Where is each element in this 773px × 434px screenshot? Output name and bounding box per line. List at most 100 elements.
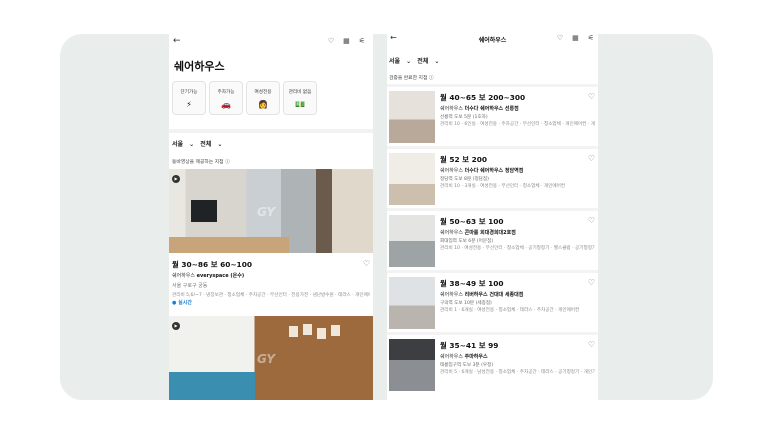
listing-options: 관리비 10 · 6인실 · 여성전용 · 주차공간 · 무선인터 · 청소업체… bbox=[440, 122, 595, 127]
district-dropdown[interactable]: 전체 ⌄ bbox=[417, 58, 439, 65]
list-item[interactable]: 월 50~63 보 100 쉐어하우스 콘마를 회대경희대2호점 회대입역 도보… bbox=[387, 208, 598, 270]
play-icon[interactable]: ▶ bbox=[172, 175, 180, 183]
left-phone-screen: ← ♡ ▦ ⚟ 쉐어하우스 단기가능 ⚡ 주차가능 🚗 여성전용 👩 관리비 없 bbox=[169, 34, 373, 400]
top-actions: ♡ ▦ ⚟ bbox=[328, 37, 365, 45]
section-notice: 검증을 완료한 지점 ⓘ bbox=[389, 74, 434, 81]
listing-type: 쉐어하우스 bbox=[440, 292, 464, 298]
listing-type: 쉐어하우스 bbox=[172, 273, 196, 279]
listing-options: 관리비 10 · 여성전용 · 무선인터 · 청소업체 · 공기청정기 · 헬스… bbox=[440, 246, 595, 251]
filter-icon[interactable]: ⚟ bbox=[359, 37, 365, 45]
watermark: GY bbox=[257, 352, 276, 366]
notice-text: 동바영상을 제공하는 지점 bbox=[172, 160, 224, 165]
poster-shape bbox=[317, 328, 326, 339]
listing-name-line: 쉐어하우스 콘마를 회대경희대2호점 bbox=[440, 229, 516, 236]
info-icon[interactable]: ⓘ bbox=[429, 76, 434, 81]
listing-name: everyspace (은수) bbox=[196, 273, 245, 279]
heart-icon[interactable]: ♡ bbox=[588, 92, 595, 101]
listing-photo[interactable]: ▶ GY bbox=[169, 169, 373, 253]
money-icon: 💵 bbox=[295, 100, 305, 109]
heart-icon[interactable]: ♡ bbox=[363, 259, 370, 268]
listing-name: 더수다 쉐어하우스 선릉점 bbox=[464, 106, 519, 112]
top-bar: ← 쉐어하우스 ♡ ▦ ⚟ bbox=[387, 34, 598, 48]
heart-icon[interactable]: ♡ bbox=[588, 340, 595, 349]
listing-name-line: 쉐어하우스 더수다 쉐어하우스 선릉점 bbox=[440, 105, 519, 112]
back-arrow-icon[interactable]: ← bbox=[173, 37, 181, 46]
region-label: 서울 bbox=[389, 58, 401, 65]
heart-icon[interactable]: ♡ bbox=[328, 37, 334, 45]
listing-thumbnail bbox=[389, 91, 435, 143]
section-divider bbox=[169, 129, 373, 133]
heart-icon[interactable]: ♡ bbox=[588, 278, 595, 287]
shelf-shape bbox=[169, 372, 255, 400]
region-dropdown[interactable]: 서울 ⌄ bbox=[172, 141, 194, 148]
top-actions: ♡ ▦ ⚟ bbox=[557, 34, 594, 42]
listing-price: 월 40~65 보 200~300 bbox=[440, 93, 526, 102]
listing-price: 월 38~49 보 100 bbox=[440, 279, 504, 288]
category-women-only[interactable]: 여성전용 👩 bbox=[246, 81, 280, 115]
category-label: 여성전용 bbox=[254, 90, 272, 95]
play-icon[interactable]: ▶ bbox=[172, 322, 180, 330]
listing-options: 관리비 5,6/~7 · 냉장보관 · 청소업체 · 주차공간 · 무선인터 ·… bbox=[172, 293, 370, 298]
category-row: 단기가능 ⚡ 주차가능 🚗 여성전용 👩 관리비 없음 💵 bbox=[172, 81, 317, 115]
car-icon: 🚗 bbox=[221, 100, 231, 109]
filter-icon[interactable]: ⚟ bbox=[588, 34, 594, 42]
listing-distance: 정담역 도보 8분 (정담점) bbox=[440, 177, 489, 182]
category-no-fee[interactable]: 관리비 없음 💵 bbox=[283, 81, 317, 115]
poster-shape bbox=[289, 326, 298, 337]
info-icon[interactable]: ⓘ bbox=[225, 160, 230, 165]
listing-name: 리버하우스 건대대 세종대점 bbox=[464, 292, 524, 298]
district-label: 전체 bbox=[200, 141, 212, 148]
listing-thumbnail bbox=[389, 153, 435, 205]
listing-name-line: 쉐어하우스 더수다 쉐어하우스 정담역점 bbox=[440, 167, 523, 174]
listing-distance: 회대입역 도보 6분 (어문점) bbox=[440, 239, 494, 244]
listing-options: 관리비 5 · 6개실 · 남성전용 · 청소업체 · 주차공간 · 테라스 ·… bbox=[440, 370, 595, 375]
district-dropdown[interactable]: 전체 ⌄ bbox=[200, 141, 222, 148]
notice-text: 검증을 완료한 지점 bbox=[389, 76, 428, 81]
tv-shape bbox=[191, 200, 217, 222]
listing-price: 월 52 보 200 bbox=[440, 155, 488, 164]
list-item[interactable]: 월 40~65 보 200~300 쉐어하우스 더수다 쉐어하우스 선릉점 선릉… bbox=[387, 84, 598, 146]
category-parking[interactable]: 주차가능 🚗 bbox=[209, 81, 243, 115]
category-short-term[interactable]: 단기가능 ⚡ bbox=[172, 81, 206, 115]
region-dropdown[interactable]: 서울 ⌄ bbox=[389, 58, 411, 65]
listing-options: 관리비 10 · 3개실 · 여성전용 · 무선인터 · 청소업체 · 개인에어… bbox=[440, 184, 566, 189]
section-notice: 동바영상을 제공하는 지점 ⓘ bbox=[172, 158, 230, 165]
listing-type: 쉐어하우스 bbox=[440, 354, 464, 360]
lightning-icon: ⚡ bbox=[186, 100, 192, 109]
heart-icon[interactable]: ♡ bbox=[588, 154, 595, 163]
map-icon[interactable]: ▦ bbox=[343, 37, 350, 45]
map-icon[interactable]: ▦ bbox=[572, 34, 579, 42]
listing-price: 월 50~63 보 100 bbox=[440, 217, 504, 226]
top-bar: ← ♡ ▦ ⚟ bbox=[169, 34, 373, 50]
district-label: 전체 bbox=[417, 58, 429, 65]
listing-photo-2[interactable]: ▶ GY bbox=[169, 316, 373, 400]
region-filters: 서울 ⌄ 전체 ⌄ bbox=[172, 139, 226, 148]
listing-name: 더수다 쉐어하우스 정담역점 bbox=[464, 168, 524, 174]
listing-distance: 구의역 도보 10분 (세종점) bbox=[440, 301, 492, 306]
category-label: 관리비 없음 bbox=[288, 90, 312, 95]
listing-distance: 선릉역 도보 5분 (1호차) bbox=[440, 115, 488, 120]
list-item[interactable]: 월 52 보 200 쉐어하우스 더수다 쉐어하우스 정담역점 정담역 도보 8… bbox=[387, 146, 598, 208]
heart-icon[interactable]: ♡ bbox=[588, 216, 595, 225]
live-badge[interactable]: ● 실시간 bbox=[172, 299, 192, 306]
heart-icon[interactable]: ♡ bbox=[557, 34, 563, 42]
poster-shape bbox=[303, 324, 312, 335]
listing-price: 월 35~41 보 99 bbox=[440, 341, 499, 350]
watermark: GY bbox=[257, 205, 276, 219]
listing-type: 쉐어하우스 bbox=[440, 106, 464, 112]
listing-type: 쉐어하우스 bbox=[440, 168, 464, 174]
listing-meta: 쉐어하우스 everyspace (은수) 서울 구로구 궁동 관리비 5,6/… bbox=[172, 272, 370, 298]
listing-name-line: 쉐어하우스 리버하우스 건대대 세종대점 bbox=[440, 291, 523, 298]
category-label: 주차가능 bbox=[217, 90, 235, 95]
list-item[interactable]: 월 38~49 보 100 쉐어하우스 리버하우스 건대대 세종대점 구의역 도… bbox=[387, 270, 598, 332]
list-item[interactable]: 월 35~41 보 99 쉐어하우스 주마하우스 태릉입구역 도보 3분 (우정… bbox=[387, 332, 598, 394]
listing-thumbnail bbox=[389, 339, 435, 391]
woman-icon: 👩 bbox=[258, 100, 268, 109]
poster-shape bbox=[331, 325, 340, 336]
region-filters: 서울 ⌄ 전체 ⌄ bbox=[389, 56, 443, 65]
listing-price: 월 30~86 보 60~100 bbox=[172, 260, 252, 269]
page-title: 쉐어하우스 bbox=[174, 60, 225, 73]
counter-shape bbox=[169, 237, 289, 253]
listing-thumbnail bbox=[389, 215, 435, 267]
listing-distance: 태릉입구역 도보 3분 (우정) bbox=[440, 363, 494, 368]
